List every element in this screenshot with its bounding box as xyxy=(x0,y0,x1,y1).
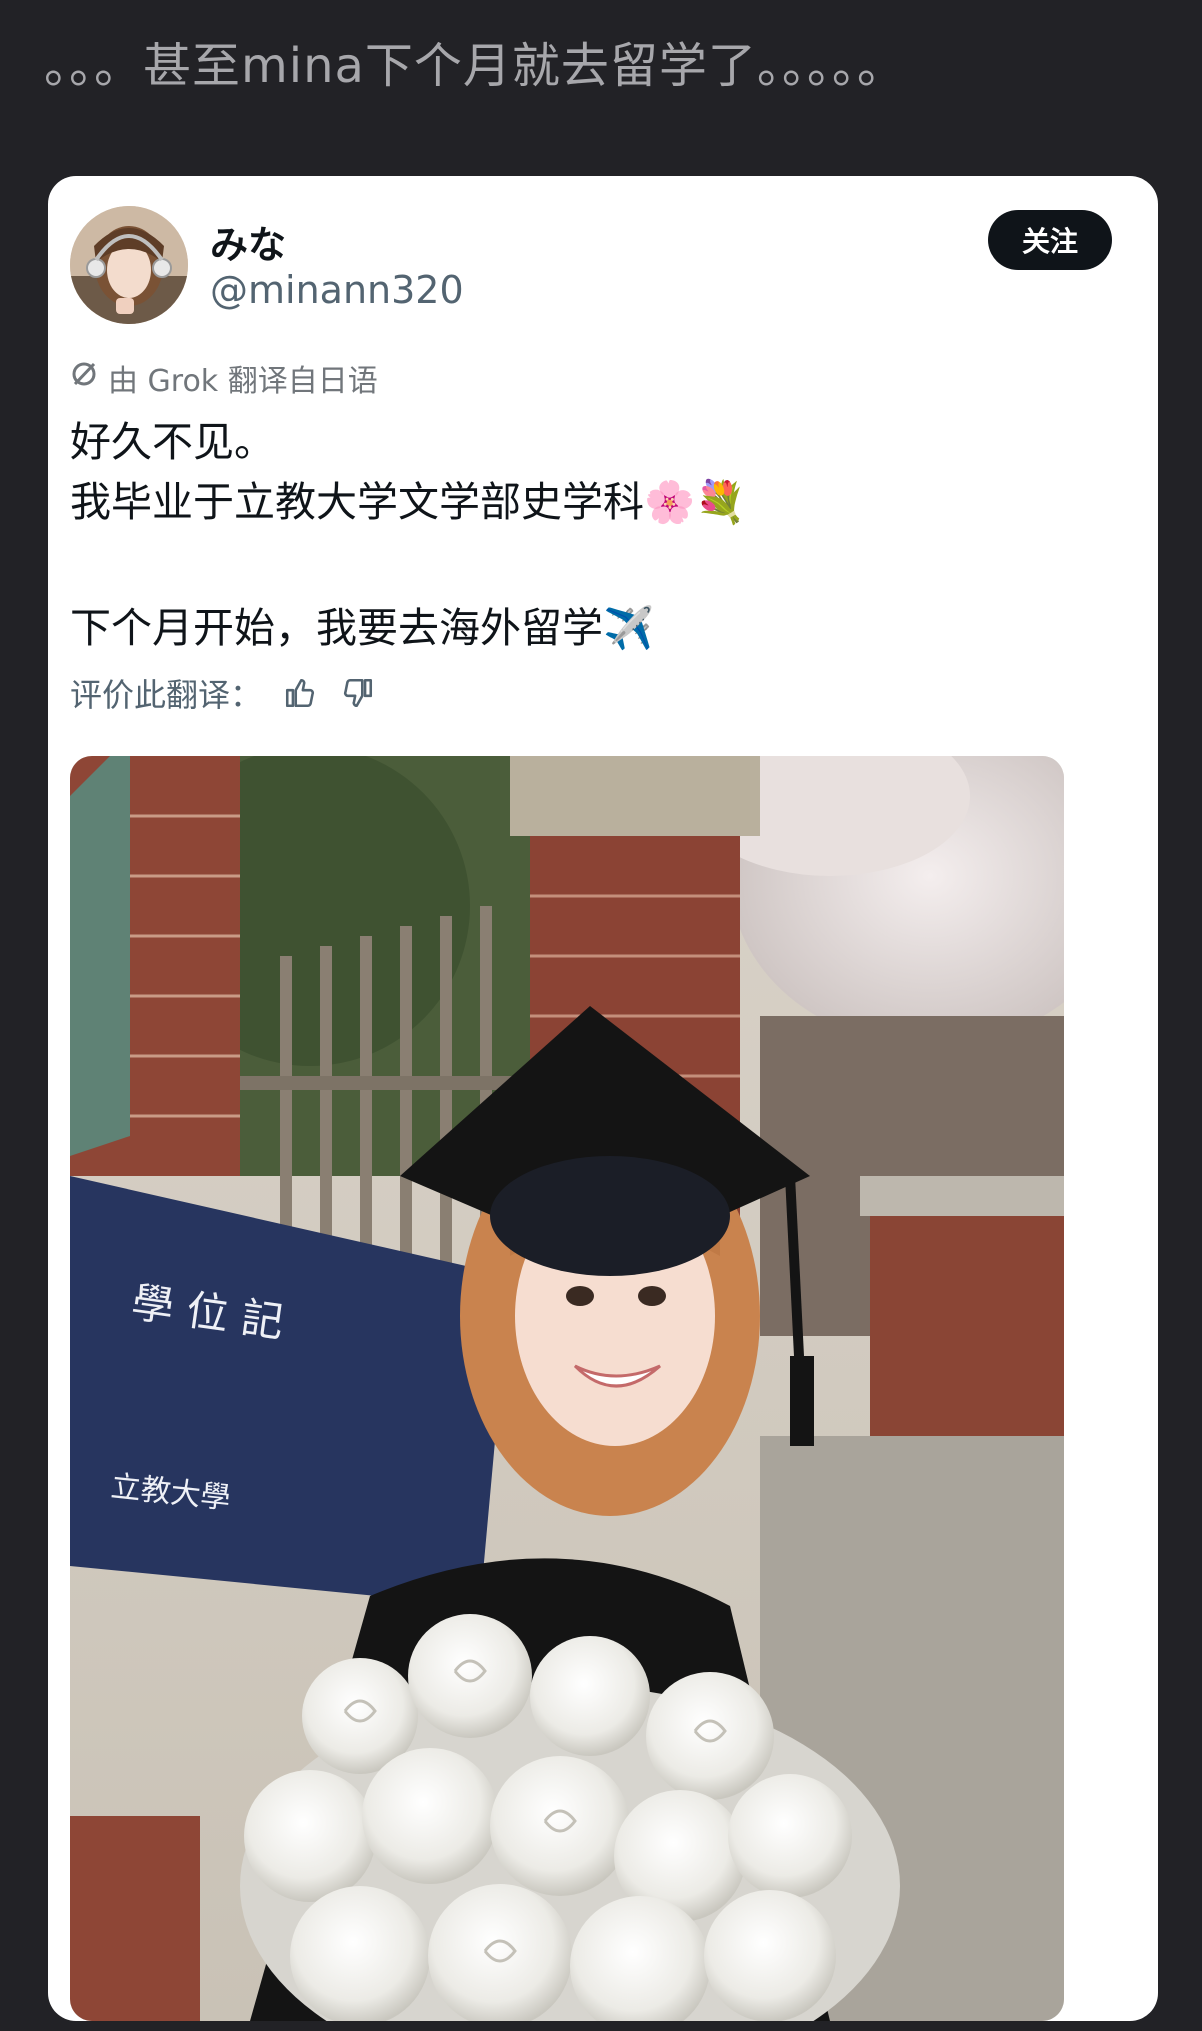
grok-icon xyxy=(70,360,98,396)
thumbs-down-icon[interactable] xyxy=(338,673,378,713)
post-line: 好久不见。 xyxy=(70,418,275,466)
post-body: 好久不见。 我毕业于立教大学文学部史学科🌸💐 下个月开始，我要去海外留学✈️ xyxy=(70,412,1130,658)
display-name[interactable]: みな xyxy=(210,214,286,269)
translation-note: 由 Grok 翻译自日语 xyxy=(70,356,378,400)
caption-text: 。。。甚至mina下个月就去留学了。。。。。 xyxy=(44,38,906,94)
rate-label: 评价此翻译： xyxy=(70,676,263,714)
rate-translation: 评价此翻译： xyxy=(70,670,378,716)
post-photo[interactable]: 學 位 記 立教大學 xyxy=(70,756,1064,2021)
avatar[interactable] xyxy=(70,206,188,324)
graduation-photo: 學 位 記 立教大學 xyxy=(70,756,1064,2021)
translation-note-text: 由 Grok 翻译自日语 xyxy=(108,364,378,399)
post-line-blank xyxy=(70,532,1130,598)
post-line: 下个月开始，我要去海外留学✈️ xyxy=(70,604,655,652)
user-handle[interactable]: @minann320 xyxy=(210,268,464,312)
avatar-image xyxy=(70,206,188,324)
thumbs-up-icon[interactable] xyxy=(280,673,320,713)
follow-button[interactable]: 关注 xyxy=(988,210,1112,270)
post-card[interactable]: みな @minann320 关注 由 Grok 翻译自日语 好久不见。 我毕业于… xyxy=(48,176,1158,2021)
post-line: 我毕业于立教大学文学部史学科🌸💐 xyxy=(70,478,747,526)
